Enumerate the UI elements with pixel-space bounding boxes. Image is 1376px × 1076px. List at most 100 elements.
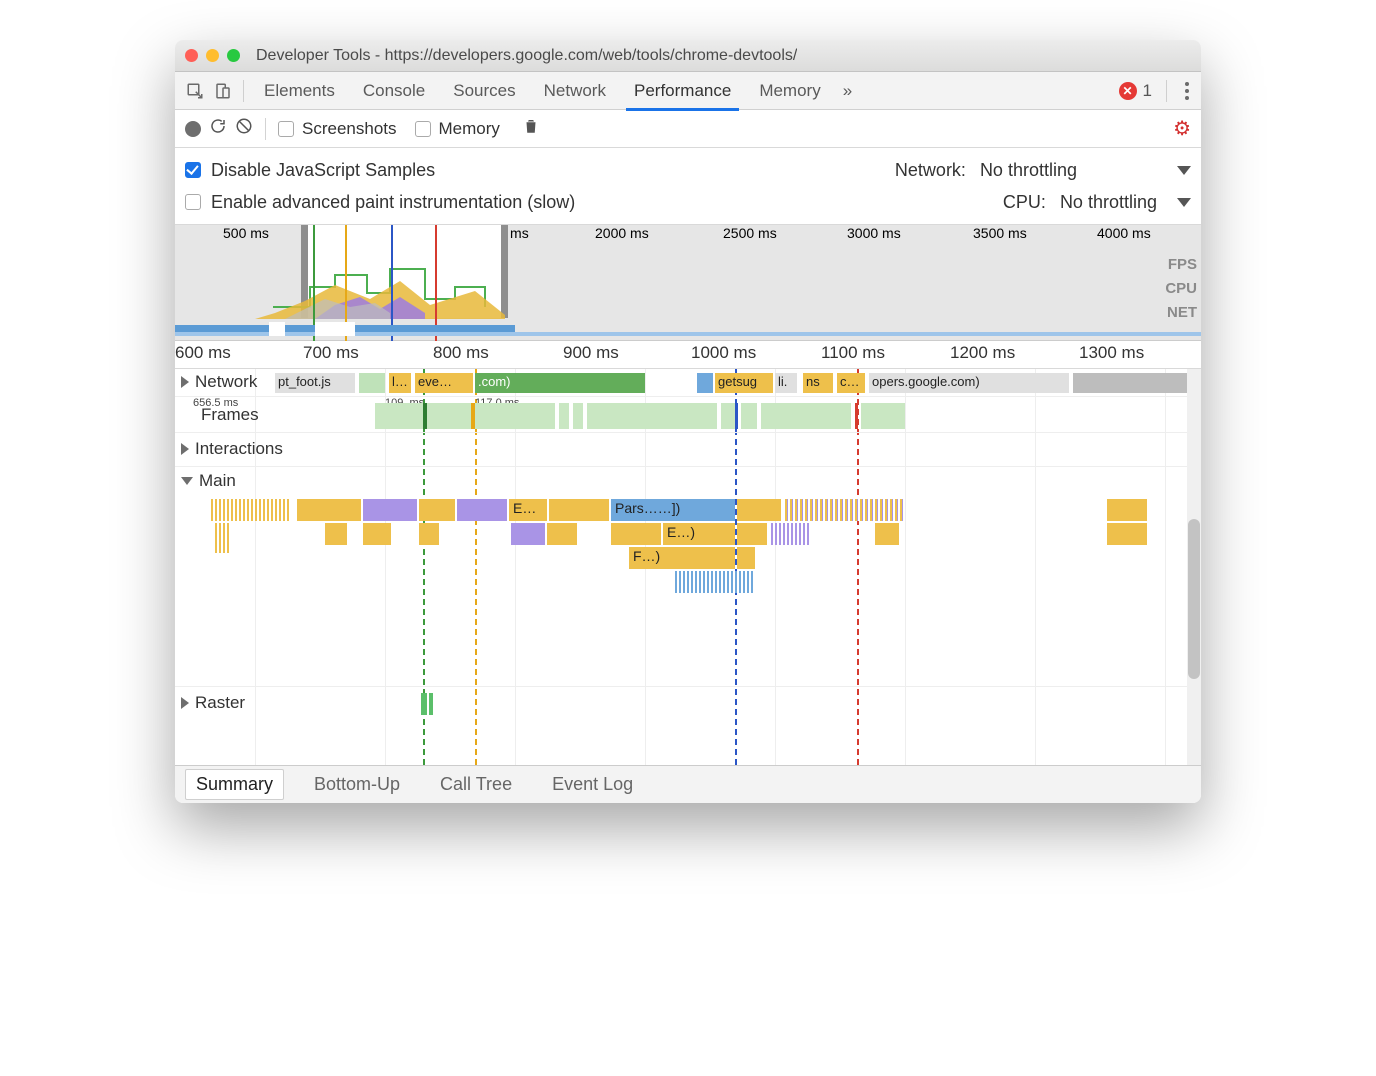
flame-bar[interactable]: E…)	[663, 523, 735, 545]
tab-console[interactable]: Console	[349, 72, 439, 110]
flame-bar[interactable]	[1107, 499, 1147, 521]
net-bar[interactable]: getsug	[715, 373, 773, 393]
tab-call-tree[interactable]: Call Tree	[430, 770, 522, 799]
flame-slice[interactable]	[771, 523, 811, 545]
tab-network[interactable]: Network	[530, 72, 620, 110]
cpu-throttle-select[interactable]: No throttling	[1060, 192, 1191, 213]
flame-bar[interactable]	[363, 523, 391, 545]
flame-bar[interactable]	[547, 523, 577, 545]
detail-ruler[interactable]: 600 ms 700 ms 800 ms 900 ms 1000 ms 1100…	[175, 341, 1201, 369]
tab-sources[interactable]: Sources	[439, 72, 529, 110]
reload-record-button[interactable]	[209, 117, 227, 140]
flame-bar[interactable]	[297, 499, 361, 521]
flame-bar[interactable]: E…	[509, 499, 547, 521]
expand-icon[interactable]	[181, 443, 189, 455]
net-bar[interactable]: c…	[837, 373, 865, 393]
flame-bar[interactable]	[419, 523, 439, 545]
flame-bar[interactable]	[419, 499, 455, 521]
flame-bar[interactable]	[737, 523, 767, 545]
net-bar[interactable]	[359, 373, 385, 393]
flame-slice[interactable]	[211, 499, 291, 521]
flame-bar[interactable]: Pars……])	[611, 499, 735, 521]
scroll-thumb[interactable]	[1188, 519, 1200, 679]
net-bar[interactable]: l…	[389, 373, 411, 393]
ruler-tick: 800 ms	[433, 343, 489, 363]
screenshots-checkbox[interactable]	[278, 121, 294, 137]
more-menu-icon[interactable]	[1185, 89, 1189, 93]
net-bar[interactable]	[697, 373, 713, 393]
raster-slice[interactable]	[421, 693, 427, 715]
overview-tick: 500 ms	[223, 225, 269, 241]
disable-js-samples-checkbox[interactable]	[185, 162, 201, 178]
frame-segment[interactable]	[587, 403, 717, 429]
record-button[interactable]	[185, 121, 201, 137]
frame-segment[interactable]	[427, 403, 471, 429]
raster-slice[interactable]	[429, 693, 433, 715]
tab-event-log[interactable]: Event Log	[542, 770, 643, 799]
net-bar[interactable]	[1073, 373, 1189, 393]
tab-summary[interactable]: Summary	[185, 769, 284, 800]
close-icon[interactable]	[185, 49, 198, 62]
tabs-overflow[interactable]: »	[835, 72, 860, 110]
flame-bar[interactable]	[1107, 523, 1147, 545]
divider	[243, 80, 244, 102]
main-track[interactable]: Main E… Pars……]) E…)	[175, 467, 1201, 687]
tab-elements[interactable]: Elements	[250, 72, 349, 110]
flame-slice[interactable]	[215, 523, 231, 553]
advanced-paint-checkbox[interactable]	[185, 194, 201, 210]
network-track[interactable]: Network pt_foot.js l… eve… .com) getsug …	[175, 369, 1201, 397]
capture-settings-icon[interactable]: ⚙	[1173, 116, 1191, 141]
expand-icon[interactable]	[181, 697, 189, 709]
flame-bar[interactable]	[511, 523, 545, 545]
flame-slice[interactable]	[785, 499, 905, 521]
frame-segment[interactable]	[475, 403, 555, 429]
details-tabs: Summary Bottom-Up Call Tree Event Log	[175, 765, 1201, 803]
main-label: Main	[199, 471, 236, 491]
garbage-collect-icon[interactable]	[522, 117, 540, 140]
net-bar[interactable]: ns	[803, 373, 833, 393]
frame-segment[interactable]	[375, 403, 423, 429]
net-bar[interactable]: pt_foot.js	[275, 373, 355, 393]
interactions-track[interactable]: Interactions	[175, 433, 1201, 467]
net-bar[interactable]: eve…	[415, 373, 473, 393]
frame-segment[interactable]	[573, 403, 583, 429]
panel-tabs: Elements Console Sources Network Perform…	[175, 72, 1201, 110]
flame-bar[interactable]	[363, 499, 417, 521]
timeline-overview[interactable]: 500 ms 1000 ms 1500 ms 2000 ms 2500 ms 3…	[175, 225, 1201, 341]
toggle-device-icon[interactable]	[209, 77, 237, 105]
memory-checkbox[interactable]	[415, 121, 431, 137]
collapse-icon[interactable]	[181, 477, 193, 485]
zoom-icon[interactable]	[227, 49, 240, 62]
net-bar[interactable]: li.	[775, 373, 797, 393]
vertical-scrollbar[interactable]	[1187, 369, 1201, 765]
net-bar[interactable]: opers.google.com)	[869, 373, 1069, 393]
screenshots-label: Screenshots	[302, 119, 397, 139]
memory-label: Memory	[439, 119, 500, 139]
window-titlebar: Developer Tools - https://developers.goo…	[175, 40, 1201, 72]
net-bar[interactable]: .com)	[475, 373, 645, 393]
flame-slice[interactable]	[737, 547, 755, 569]
frame-segment[interactable]	[861, 403, 905, 429]
minimize-icon[interactable]	[206, 49, 219, 62]
flame-bar[interactable]	[611, 523, 661, 545]
raster-track[interactable]: Raster	[175, 687, 1201, 721]
flame-bar[interactable]	[875, 523, 899, 545]
frame-segment[interactable]	[559, 403, 569, 429]
flame-slice[interactable]	[675, 571, 755, 593]
inspect-element-icon[interactable]	[181, 77, 209, 105]
flame-bar[interactable]	[457, 499, 507, 521]
frame-segment[interactable]	[741, 403, 757, 429]
tab-memory[interactable]: Memory	[745, 72, 834, 110]
frames-track[interactable]: 656.5 ms 109. ms 117.0 ms Frames	[175, 397, 1201, 433]
error-badge[interactable]: ✕ 1	[1119, 81, 1152, 101]
flame-bar[interactable]	[549, 499, 609, 521]
frame-segment[interactable]	[761, 403, 851, 429]
tracks-panel[interactable]: Network pt_foot.js l… eve… .com) getsug …	[175, 369, 1201, 765]
network-throttle-select[interactable]: No throttling	[980, 160, 1191, 181]
tab-bottom-up[interactable]: Bottom-Up	[304, 770, 410, 799]
flame-bar[interactable]	[325, 523, 347, 545]
tab-performance[interactable]: Performance	[620, 72, 745, 110]
clear-button[interactable]	[235, 117, 253, 140]
flame-bar[interactable]	[737, 499, 781, 521]
flame-bar[interactable]: F…)	[629, 547, 735, 569]
